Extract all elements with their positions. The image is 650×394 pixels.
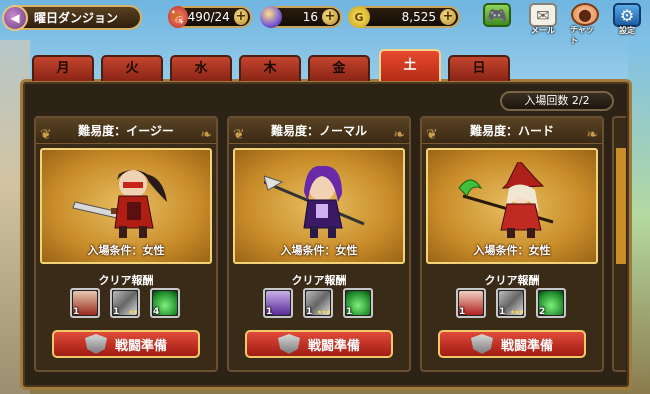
dungeon-card-easy: ❦ 難易度：イージー ❧ 入場条件：女性 クリア報酬 1 1 ★★ 4 戦闘準備 [34,116,218,372]
settings-button[interactable]: ⚙ 設定 [612,3,642,37]
reward-count: 1 [499,307,506,317]
ornament-icon: ❧ [586,127,598,143]
tab-sunday[interactable]: 日 [448,55,510,81]
reward-list: 1 1 ★★ 4 [70,288,186,320]
add-stamina-button[interactable]: + [233,9,248,25]
reward-potion[interactable]: 4 [150,288,180,318]
entry-condition: 入場条件：女性 [473,244,551,257]
game-controller-button[interactable]: 🎮 [482,3,512,37]
rarity-stars: ★★★ [316,309,331,316]
ornament-icon: ❦ [40,127,52,143]
reward-count: 1 [113,307,120,317]
rarity-stars: ★★★ [509,309,524,316]
reward-count: 1 [306,307,313,317]
witch-character-icon [458,162,554,238]
difficulty-label: 難易度：ノーマル [270,124,367,138]
reward-count: 2 [539,307,546,317]
game-controller-icon: 🎮 [483,3,511,27]
reward-count: 4 [153,307,160,317]
shield-icon [277,334,300,354]
reward-character[interactable]: 1 [456,288,486,318]
stamina-value: 490/24 [187,10,230,24]
gear-icon: ⚙ [613,3,641,27]
orb-counter: 16 + [260,6,342,28]
orb-value: 16 [302,10,318,24]
rarity-stars: ★★ [128,309,138,316]
difficulty-label: 難易度：イージー [78,124,174,138]
dungeon-card-hard: ❦ 難易度：ハード ❧ 入場条件：女性 クリア報酬 1 1 ★★★ 2 戦闘準備 [420,116,604,372]
difficulty-label: 難易度：ハード [469,124,554,138]
tab-tuesday[interactable]: 火 [101,55,163,81]
card-header: ❦ 難易度：ハード ❧ [422,118,602,144]
mail-icon: ✉ [529,3,557,27]
ornament-icon: ❦ [233,127,245,143]
reward-character[interactable]: 1 [263,288,293,318]
entry-count-badge: 入場回数 2/2 [500,91,614,111]
battle-prepare-label: 戦闘準備 [500,338,553,354]
tab-friday[interactable]: 金 [308,55,370,81]
shield-icon [84,334,107,354]
back-title-button[interactable]: ◀ 曜日ダンジョン [2,4,142,31]
reward-character[interactable]: 1 [70,288,100,318]
ornament-icon: ❧ [393,127,405,143]
spear-maiden-character-icon [264,165,365,238]
ornament-icon: ❧ [200,127,212,143]
card-header: ❦ 難易度：イージー ❧ [36,118,216,144]
entry-condition: 入場条件：女性 [280,244,358,257]
boss-portrait[interactable]: 入場条件：女性 [233,148,405,264]
next-card-portrait-strip [616,148,626,264]
meat-stamina-icon: 🍖 [168,6,188,28]
tab-saturday[interactable]: 土 [379,49,441,81]
settings-label: 設定 [619,26,635,35]
reward-weapon[interactable]: 1 ★★★ [303,288,333,318]
chat-label: チャット [570,25,594,45]
card-header: ❦ 難易度：ノーマル ❧ [229,118,409,144]
battle-prepare-label: 戦闘準備 [307,338,360,354]
battle-prepare-button[interactable]: 戦闘準備 [438,330,586,358]
gold-value: 8,525 [401,10,436,24]
reward-count: 1 [346,307,353,317]
reward-count: 1 [73,307,80,317]
clear-reward-label: クリア報酬 [484,274,540,287]
add-orb-button[interactable]: + [322,9,338,25]
reward-count: 1 [459,307,466,317]
tab-thursday[interactable]: 木 [239,55,301,81]
ornament-icon: ❦ [426,127,438,143]
tab-wednesday[interactable]: 水 [170,55,232,81]
entry-condition: 入場条件：女性 [87,244,165,257]
reward-weapon[interactable]: 1 ★★ [110,288,140,318]
back-arrow-icon: ◀ [2,4,28,31]
gold-coin-icon: G [348,6,370,28]
reward-potion[interactable]: 2 [536,288,566,318]
reward-weapon[interactable]: 1 ★★★ [496,288,526,318]
reward-potion[interactable]: 1 [343,288,373,318]
shield-icon [470,334,493,354]
gold-counter: G 8,525 + [348,6,460,28]
add-gold-button[interactable]: + [440,9,456,25]
chat-icon: ● [571,3,599,26]
tab-monday[interactable]: 月 [32,55,94,81]
battle-prepare-button[interactable]: 戦闘準備 [52,330,200,358]
clear-reward-label: クリア報酬 [291,274,347,287]
clear-reward-label: クリア報酬 [98,274,154,287]
stamina-counter: 🍖 490/24 + [168,6,252,28]
reward-count: 1 [266,307,273,317]
mail-label: メール [531,26,555,35]
boss-portrait[interactable]: 入場条件：女性 [426,148,598,264]
chat-button[interactable]: ● チャット [570,3,600,45]
boss-portrait[interactable]: 入場条件：女性 [40,148,212,264]
orb-icon [260,6,282,28]
reward-list: 1 1 ★★★ 2 [456,288,572,320]
battle-prepare-button[interactable]: 戦闘準備 [245,330,393,358]
battle-prepare-label: 戦闘準備 [114,338,167,354]
top-bar: ◀ 曜日ダンジョン 🍖 490/24 + 16 + G 8,525 + 🎮 ✉ … [0,0,650,45]
page-title: 曜日ダンジョン [34,11,119,25]
mail-button[interactable]: ✉ メール [528,3,558,37]
samurai-character-icon [72,170,167,238]
dungeon-card-normal: ❦ 難易度：ノーマル ❧ 入場条件：女性 クリア報酬 1 1 ★★★ 1 戦闘準… [227,116,411,372]
next-card-peek[interactable] [612,116,626,372]
reward-list: 1 1 ★★★ 1 [263,288,379,320]
